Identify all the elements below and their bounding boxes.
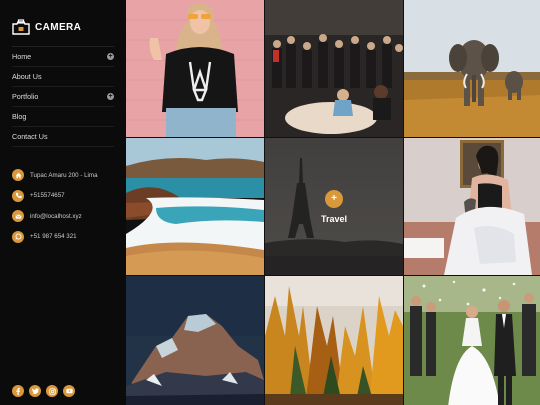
expand-icon[interactable]: +: [107, 53, 114, 60]
twitter-icon[interactable]: [29, 385, 41, 397]
gallery-item-elephant[interactable]: [404, 0, 540, 137]
social-links: [12, 385, 75, 397]
sidebar: CAMERA Home + About Us Portfolio + Blog …: [0, 0, 126, 405]
photo-gallery: + Travel: [126, 0, 540, 405]
main-nav: Home + About Us Portfolio + Blog Contact…: [12, 46, 114, 147]
contact-whatsapp[interactable]: +51 987 654 321: [12, 227, 114, 248]
contact-address: Tupac Amaru 200 - Lima: [12, 165, 114, 186]
photo-autumn-forest: [265, 276, 403, 405]
photo-concert-crowd: [265, 0, 403, 137]
nav-item-label: About Us: [12, 72, 42, 81]
photo-wedding-couple: [404, 276, 540, 405]
gallery-item-travel[interactable]: + Travel: [265, 138, 403, 275]
nav-item-blog[interactable]: Blog: [12, 107, 114, 127]
travel-overlay: + Travel: [265, 138, 403, 275]
email-text: info@localhost.xyz: [30, 212, 82, 220]
phone-icon: [12, 189, 24, 202]
gallery-item-woman-pink-wall[interactable]: [126, 0, 264, 137]
brand-name: CAMERA: [35, 21, 82, 33]
nav-item-label: Contact Us: [12, 132, 48, 141]
photo-elephant-savanna: [404, 0, 540, 137]
contact-info: Tupac Amaru 200 - Lima +515574657 info@l…: [12, 165, 114, 247]
gallery-item-wedding[interactable]: [404, 276, 540, 405]
whatsapp-text: +51 987 654 321: [30, 233, 77, 241]
mail-icon: [12, 210, 24, 223]
nav-item-about[interactable]: About Us: [12, 67, 114, 87]
camera-icon: [12, 19, 30, 35]
home-icon: [12, 169, 24, 182]
facebook-icon[interactable]: [12, 385, 24, 397]
nav-item-portfolio[interactable]: Portfolio +: [12, 87, 114, 107]
gallery-item-mountain[interactable]: [126, 276, 264, 405]
photo-beach-cliffs: [126, 138, 264, 275]
gallery-item-concert-crowd[interactable]: [265, 0, 403, 137]
gallery-item-woman-bed[interactable]: [404, 138, 540, 275]
photo-woman-pink-wall: [126, 0, 264, 137]
nav-item-contact[interactable]: Contact Us: [12, 127, 114, 147]
instagram-icon[interactable]: [46, 385, 58, 397]
nav-item-label: Home: [12, 52, 32, 61]
whatsapp-icon: [12, 230, 24, 243]
plus-icon[interactable]: +: [325, 189, 343, 208]
photo-mountain-night: [126, 276, 264, 405]
nav-item-home[interactable]: Home +: [12, 47, 114, 67]
contact-phone[interactable]: +515574657: [12, 186, 114, 207]
phone-text: +515574657: [30, 192, 65, 200]
gallery-item-autumn-forest[interactable]: [265, 276, 403, 405]
youtube-icon[interactable]: [63, 385, 75, 397]
nav-item-label: Portfolio: [12, 92, 39, 101]
nav-item-label: Blog: [12, 112, 27, 121]
category-label: Travel: [320, 213, 348, 224]
photo-woman-bed-portrait: [404, 138, 540, 275]
gallery-item-beach[interactable]: [126, 138, 264, 275]
contact-email[interactable]: info@localhost.xyz: [12, 206, 114, 227]
expand-icon[interactable]: +: [107, 93, 114, 100]
address-text: Tupac Amaru 200 - Lima: [30, 171, 98, 179]
